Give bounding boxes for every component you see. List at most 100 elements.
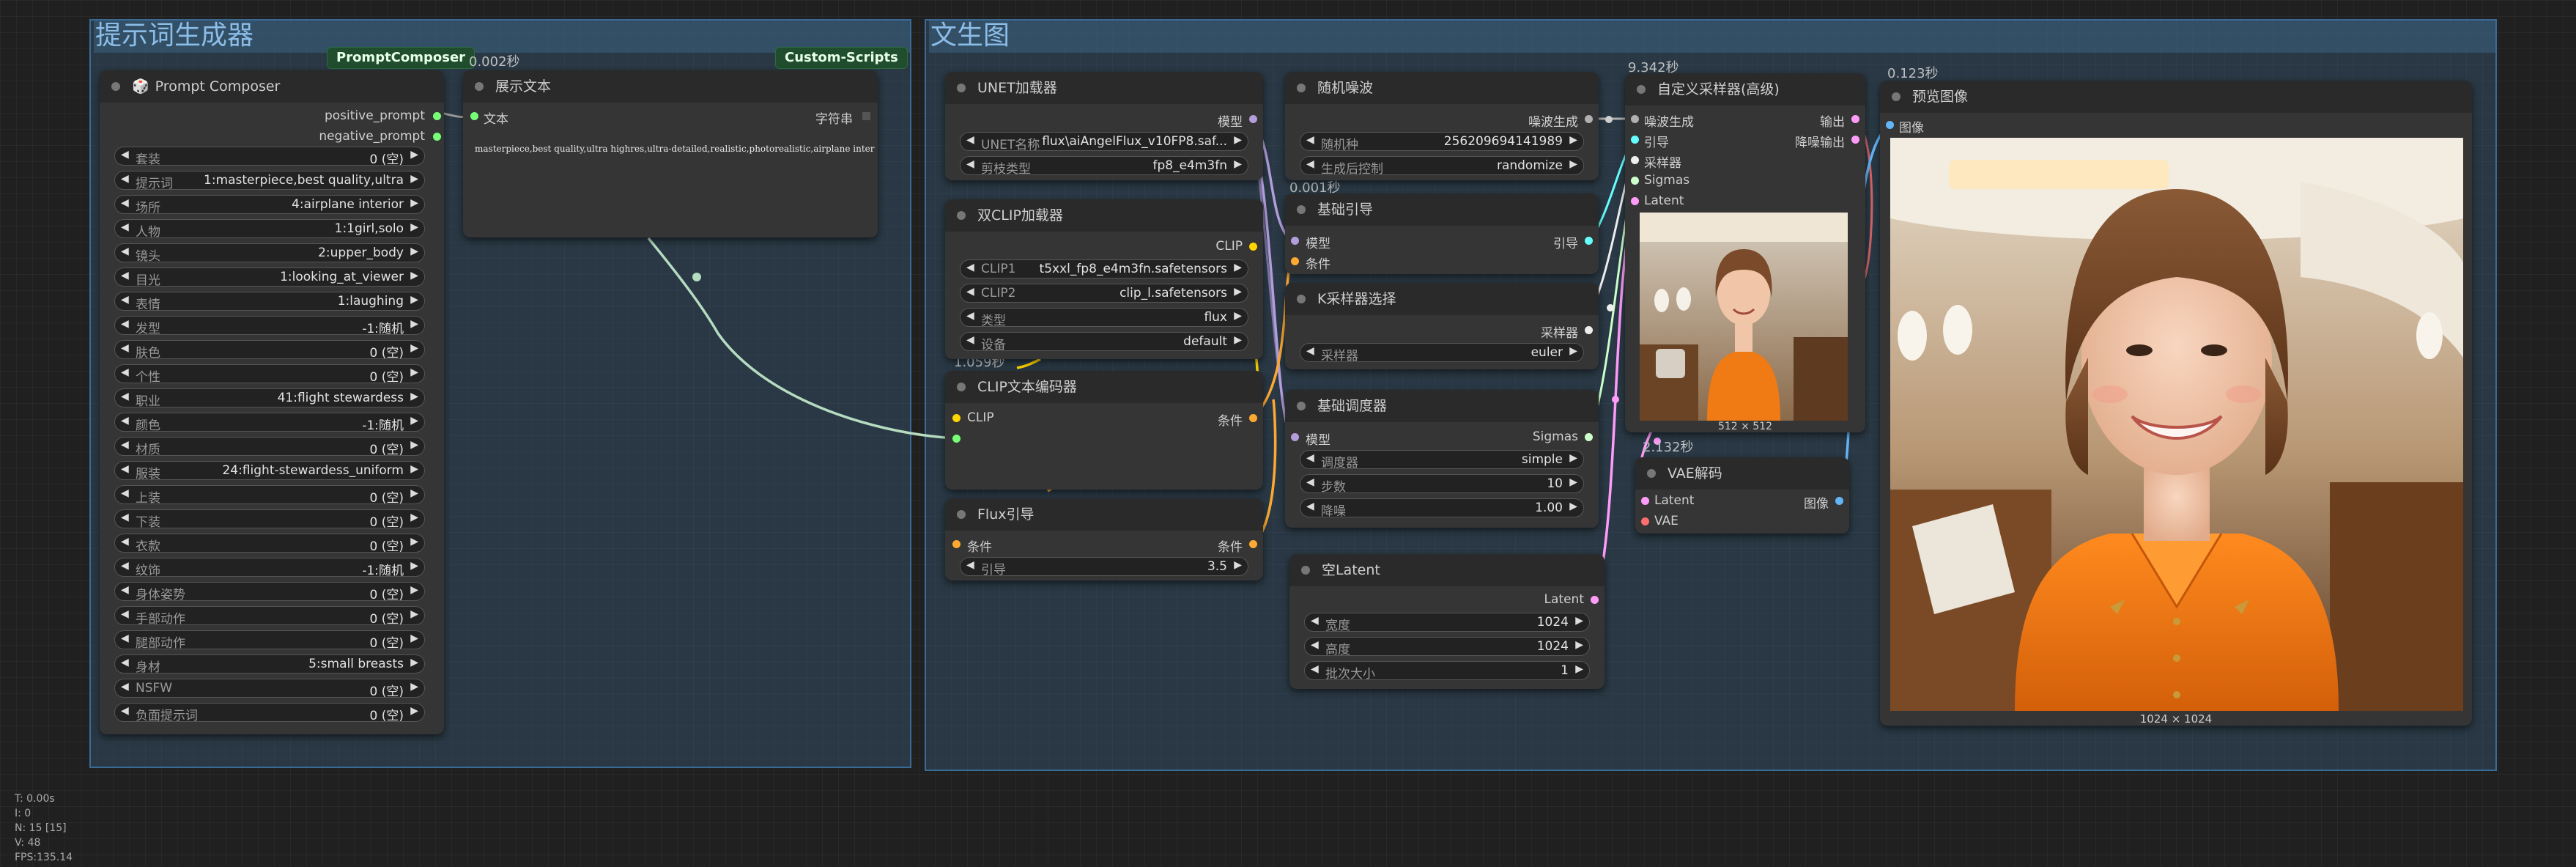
decrement-arrow-icon[interactable]: ◀ xyxy=(121,197,129,209)
preview-output-image[interactable] xyxy=(1890,138,2463,711)
decrement-arrow-icon[interactable]: ◀ xyxy=(121,560,129,572)
output-socket-model[interactable] xyxy=(1249,115,1257,123)
output-socket-string[interactable] xyxy=(862,112,870,120)
increment-arrow-icon[interactable]: ▶ xyxy=(410,391,418,402)
decrement-arrow-icon[interactable]: ◀ xyxy=(121,270,129,281)
input-socket-text[interactable] xyxy=(470,112,478,120)
increment-arrow-icon[interactable]: ▶ xyxy=(410,294,418,306)
input-socket-sampler[interactable] xyxy=(1631,156,1639,164)
input-socket-sigmas[interactable] xyxy=(1631,177,1639,185)
node-collapse-dot[interactable] xyxy=(957,211,966,220)
node-collapse-dot[interactable] xyxy=(1297,295,1306,303)
input-socket-guider[interactable] xyxy=(1631,136,1639,144)
widget-field[interactable]: ◀ 上装 0 (空) ▶ xyxy=(114,485,425,506)
increment-arrow-icon[interactable]: ▶ xyxy=(410,608,418,620)
increment-arrow-icon[interactable]: ▶ xyxy=(1234,158,1242,170)
node-title[interactable]: CLIP文本编码器 xyxy=(945,371,1263,403)
increment-arrow-icon[interactable]: ▶ xyxy=(1569,345,1577,357)
show-text-node[interactable]: 展示文本 文本 字符串 masterpiece,best quality,ult… xyxy=(463,70,878,237)
node-title[interactable]: Flux引导 xyxy=(945,498,1263,531)
node-collapse-dot[interactable] xyxy=(957,383,966,391)
node-title[interactable]: K采样器选择 xyxy=(1285,283,1599,315)
widget-field[interactable]: ◀ 镜头 2:upper_body ▶ xyxy=(114,243,425,264)
decrement-arrow-icon[interactable]: ◀ xyxy=(121,584,129,596)
widget-field[interactable]: ◀ 随机种 256209694141989 ▶ xyxy=(1300,132,1584,152)
sampler-custom-advanced-node[interactable]: 自定义采样器(高级) 噪波生成 引导 采样器 Sigmas Latent 输出 … xyxy=(1625,73,1865,432)
output-socket-clip[interactable] xyxy=(1249,243,1257,251)
node-title[interactable]: 自定义采样器(高级) xyxy=(1625,73,1865,106)
increment-arrow-icon[interactable]: ▶ xyxy=(410,536,418,547)
decrement-arrow-icon[interactable]: ◀ xyxy=(1306,134,1314,146)
increment-arrow-icon[interactable]: ▶ xyxy=(410,342,418,354)
widget-field[interactable]: ◀ 类型 flux ▶ xyxy=(960,308,1248,328)
decrement-arrow-icon[interactable]: ◀ xyxy=(966,286,974,298)
widget-field[interactable]: ◀ 目光 1:looking_at_viewer ▶ xyxy=(114,268,425,288)
decrement-arrow-icon[interactable]: ◀ xyxy=(121,487,129,499)
decrement-arrow-icon[interactable]: ◀ xyxy=(121,536,129,547)
node-collapse-dot[interactable] xyxy=(1647,469,1656,478)
decrement-arrow-icon[interactable]: ◀ xyxy=(966,559,974,571)
widget-field[interactable]: ◀ 批次大小 1 ▶ xyxy=(1304,661,1590,682)
decrement-arrow-icon[interactable]: ◀ xyxy=(1311,615,1319,627)
increment-arrow-icon[interactable]: ▶ xyxy=(410,221,418,233)
widget-field[interactable]: ◀ 剪枝类型 fp8_e4m3fn ▶ xyxy=(960,156,1248,177)
decrement-arrow-icon[interactable]: ◀ xyxy=(966,158,974,170)
output-socket-conditioning[interactable] xyxy=(1249,414,1257,422)
widget-field[interactable]: ◀ CLIP2 clip_l.safetensors ▶ xyxy=(960,284,1248,303)
widget-field[interactable]: ◀ 生成后控制 randomize ▶ xyxy=(1300,156,1584,177)
input-socket-model[interactable] xyxy=(1291,433,1299,441)
increment-arrow-icon[interactable]: ▶ xyxy=(1234,262,1242,273)
output-socket-noise[interactable] xyxy=(1585,115,1593,123)
output-socket-denoised[interactable] xyxy=(1851,136,1859,144)
increment-arrow-icon[interactable]: ▶ xyxy=(1234,286,1242,298)
widget-field[interactable]: ◀ 场所 4:airplane interior ▶ xyxy=(114,195,425,215)
increment-arrow-icon[interactable]: ▶ xyxy=(1569,158,1577,170)
widget-field[interactable]: ◀ 负面提示词 0 (空) ▶ xyxy=(114,703,425,723)
widget-field[interactable]: ◀ 调度器 simple ▶ xyxy=(1300,450,1584,471)
increment-arrow-icon[interactable]: ▶ xyxy=(410,149,418,161)
input-socket-text[interactable] xyxy=(952,435,961,443)
basic-scheduler-node[interactable]: 基础调度器 模型 Sigmas ◀ 调度器 simple ▶ ◀ 步数 10 ▶ ◀ 降噪 1.00… xyxy=(1285,390,1599,528)
output-socket-positive[interactable] xyxy=(433,112,441,120)
decrement-arrow-icon[interactable]: ◀ xyxy=(121,318,129,330)
widget-field[interactable]: ◀ 手部动作 0 (空) ▶ xyxy=(114,606,425,627)
widget-field[interactable]: ◀ 身材 5:small breasts ▶ xyxy=(114,654,425,675)
node-collapse-dot[interactable] xyxy=(957,84,966,92)
increment-arrow-icon[interactable]: ▶ xyxy=(1234,134,1242,146)
increment-arrow-icon[interactable]: ▶ xyxy=(410,705,418,717)
widget-field[interactable]: ◀ 引导 3.5 ▶ xyxy=(960,557,1248,578)
widget-field[interactable]: ◀ UNET名称 flux\aiAngelFlux_v10FP8.saf... ▶ xyxy=(960,132,1248,152)
preview-image-node[interactable]: 预览图像 图像 1024 × 1024 xyxy=(1880,81,2472,726)
increment-arrow-icon[interactable]: ▶ xyxy=(410,584,418,596)
decrement-arrow-icon[interactable]: ◀ xyxy=(121,463,129,475)
decrement-arrow-icon[interactable]: ◀ xyxy=(121,366,129,378)
widget-field[interactable]: ◀ 降噪 1.00 ▶ xyxy=(1300,498,1584,519)
increment-arrow-icon[interactable]: ▶ xyxy=(410,512,418,523)
output-socket-sampler[interactable] xyxy=(1585,326,1593,334)
widget-field[interactable]: ◀ 套装 0 (空) ▶ xyxy=(114,147,425,167)
input-socket-vae[interactable] xyxy=(1641,517,1649,525)
increment-arrow-icon[interactable]: ▶ xyxy=(410,366,418,378)
increment-arrow-icon[interactable]: ▶ xyxy=(410,318,418,330)
output-socket-output[interactable] xyxy=(1851,115,1859,123)
decrement-arrow-icon[interactable]: ◀ xyxy=(121,415,129,427)
decrement-arrow-icon[interactable]: ◀ xyxy=(966,134,974,146)
input-socket-image[interactable] xyxy=(1886,121,1894,129)
decrement-arrow-icon[interactable]: ◀ xyxy=(1306,501,1314,512)
decrement-arrow-icon[interactable]: ◀ xyxy=(121,246,129,257)
node-collapse-dot[interactable] xyxy=(111,82,120,91)
increment-arrow-icon[interactable]: ▶ xyxy=(410,657,418,668)
decrement-arrow-icon[interactable]: ◀ xyxy=(966,310,974,322)
widget-field[interactable]: ◀ 表情 1:laughing ▶ xyxy=(114,292,425,312)
clip-text-encode-node[interactable]: CLIP文本编码器 CLIP 条件 xyxy=(945,371,1263,490)
decrement-arrow-icon[interactable]: ◀ xyxy=(1306,476,1314,488)
node-title[interactable]: 展示文本 xyxy=(463,70,878,103)
decrement-arrow-icon[interactable]: ◀ xyxy=(121,705,129,717)
decrement-arrow-icon[interactable]: ◀ xyxy=(121,657,129,668)
decrement-arrow-icon[interactable]: ◀ xyxy=(121,608,129,620)
output-socket-conditioning[interactable] xyxy=(1249,540,1257,548)
node-title[interactable]: 基础调度器 xyxy=(1285,390,1599,422)
decrement-arrow-icon[interactable]: ◀ xyxy=(121,149,129,161)
increment-arrow-icon[interactable]: ▶ xyxy=(1575,639,1583,651)
decrement-arrow-icon[interactable]: ◀ xyxy=(121,342,129,354)
